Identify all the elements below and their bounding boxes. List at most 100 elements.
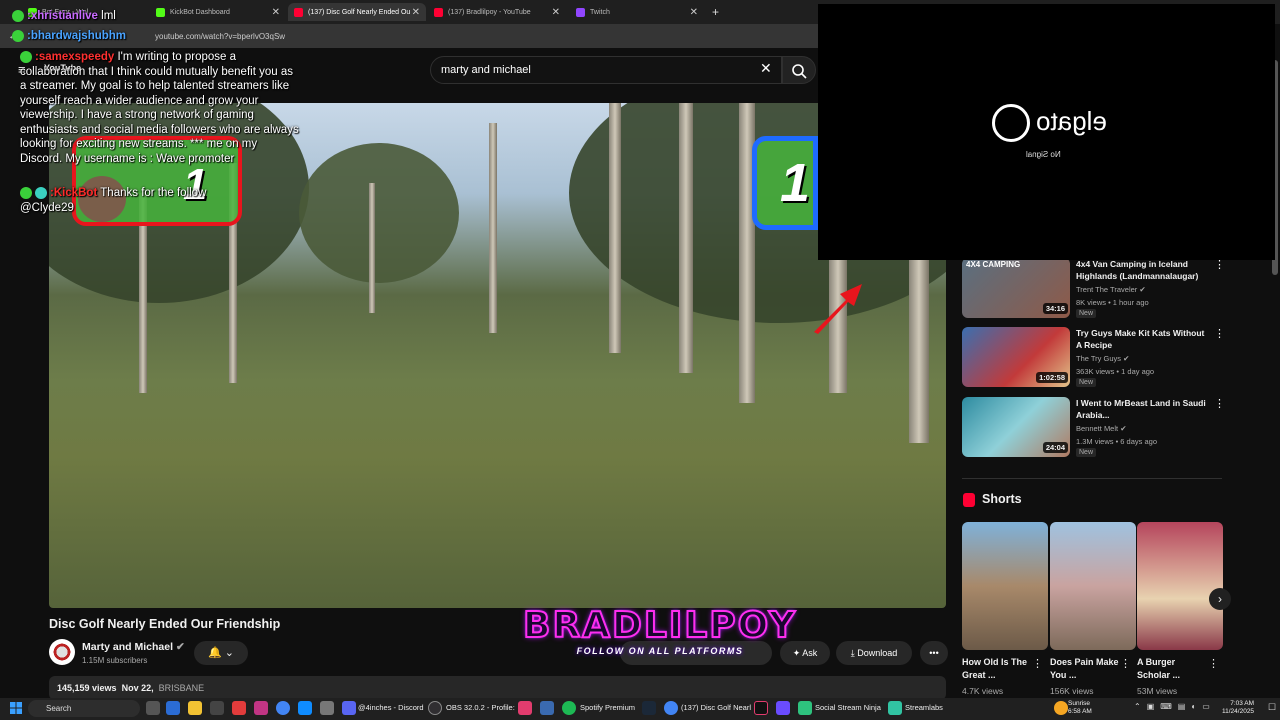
notification-icon[interactable]: ☐ [1268,702,1276,713]
tree-trunk [369,183,375,313]
search-icon [792,64,807,79]
short-thumbnail[interactable] [1137,522,1223,650]
chat-message: :KickBot Thanks for the follow @Clyde29 [20,186,207,214]
more-icon[interactable]: ⋮ [1214,327,1225,340]
shorts-heading: Shorts [982,492,1022,506]
task-view-icon[interactable] [146,701,160,715]
weather-widget[interactable]: Sunrise 6:58 AM [1068,700,1092,716]
verified-icon: ✔ [175,641,185,653]
brand-overlay: BRADLILPOY FOLLOW ON ALL PLATFORMS [470,605,850,664]
system-tray-icons[interactable]: ⌃▣⌨▤◐▭ [1134,702,1216,711]
obs-icon[interactable] [428,701,442,715]
twitch-icon [576,7,585,17]
app-icon[interactable] [210,701,224,715]
discord-icon[interactable] [342,701,356,715]
short-thumbnail[interactable] [962,522,1048,650]
chevron-right-icon[interactable]: › [1209,588,1231,610]
video-title[interactable]: Try Guys Make Kit Kats Without A Recipe [1076,327,1211,351]
search-button[interactable] [782,56,816,84]
short-title[interactable]: Does Pain Make You ... [1050,656,1120,682]
tab-bradlilpoy[interactable]: (137) Bradlilpoy - YouTube ✕ [428,3,566,21]
taskbar-item-obs[interactable]: OBS 32.0.2 - Profile: [446,703,515,712]
chrome-icon[interactable] [664,701,678,715]
tree-trunk [679,103,693,373]
view-count: 8K views • 1 hour ago [1076,298,1149,307]
channel-name: The Try Guys ✔ [1076,354,1130,363]
app-icon[interactable] [320,701,334,715]
search-input[interactable]: marty and michael [430,56,782,84]
weather-icon[interactable] [1054,701,1068,715]
kick-icon [156,7,165,17]
new-badge: New [1076,448,1097,457]
clear-search-icon[interactable]: ✕ [760,60,772,77]
channel-avatar[interactable] [49,639,75,665]
new-tab-button[interactable]: + [706,3,726,21]
steam-icon[interactable] [642,701,656,715]
new-badge: New [1076,309,1097,318]
clock[interactable]: 7:03 AM 11/24/2025 [1222,700,1254,716]
tab-twitch[interactable]: Twitch ✕ [570,3,704,21]
recommended-video[interactable]: 1:02:58 Try Guys Make Kit Kats Without A… [962,327,1225,389]
recommended-video[interactable]: 24:04 I Went to MrBeast Land in Saudi Ar… [962,397,1225,459]
taskbar-search[interactable]: Search [28,700,140,717]
badge-icon [20,50,32,63]
new-badge: New [1076,378,1097,387]
more-icon[interactable]: ⋮ [1120,657,1131,670]
video-title[interactable]: I Went to MrBeast Land in Saudi Arabia..… [1076,397,1211,421]
chrome-icon[interactable] [276,701,290,715]
folder-icon[interactable] [188,701,202,715]
description-box[interactable]: 145,159 views Nov 22, BRISBANE [49,676,946,700]
more-icon[interactable]: ⋮ [1214,397,1225,410]
youtube-icon [434,7,443,17]
app-icon[interactable] [232,701,246,715]
video-title[interactable]: 4x4 Van Camping in Iceland Highlands (La… [1076,258,1211,282]
taskbar-item-streamlabs[interactable]: Streamlabs [905,703,943,712]
download-icon: ⤓ [850,648,855,658]
brand-title: BRADLILPOY [522,605,797,647]
app-icon[interactable] [776,701,790,715]
app-icon[interactable] [166,701,180,715]
taskbar-item-discord[interactable]: @4inches - Discord [358,703,424,712]
badge-icon [12,29,24,42]
url-field[interactable]: youtube.com/watch?v=bperlvO3qSw [155,29,795,45]
app-icon[interactable] [798,701,812,715]
spotify-icon[interactable] [562,701,576,715]
short-thumbnail[interactable] [1050,522,1136,650]
notification-bell-button[interactable]: 🔔 ⌄ [194,641,248,665]
tab-disc-golf[interactable]: (137) Disc Golf Nearly Ended Ou ✕ [288,3,426,21]
tree-trunk [489,123,497,333]
more-icon[interactable]: ⋮ [1208,657,1219,670]
tree-trunk [609,103,621,353]
channel-name: Bennett Melt ✔ [1076,424,1127,433]
short-views: 4.7K views [962,686,1004,696]
short-views: 53M views [1137,686,1178,696]
tiktok-icon[interactable] [754,701,768,715]
view-count: 363K views • 1 day ago [1076,367,1155,376]
subscriber-count: 1.15M subscribers [82,656,148,665]
taskbar-item-spotify[interactable]: Spotify Premium [580,703,635,712]
more-icon[interactable]: ⋮ [1032,657,1043,670]
camera-brand: elgato [1036,106,1107,136]
app-icon[interactable] [540,701,554,715]
video-title: Disc Golf Nearly Ended Our Friendship [49,617,281,631]
short-title[interactable]: How Old Is The Great ... [962,656,1032,682]
taskbar-item-social-stream[interactable]: Social Stream Ninja [815,703,881,712]
close-icon[interactable]: ✕ [412,7,420,18]
app-icon[interactable] [298,701,312,715]
windows-start-icon[interactable] [10,702,22,714]
close-icon[interactable]: ✕ [272,7,280,18]
close-icon[interactable]: ✕ [552,7,560,18]
elgato-logo-icon [992,104,1030,142]
recommended-video[interactable]: 4X4 CAMPING 34:16 4x4 Van Camping in Ice… [962,258,1225,320]
streamlabs-icon[interactable] [888,701,902,715]
tab-kickbot-dashboard[interactable]: KickBot Dashboard ✕ [150,3,286,21]
app-icon[interactable] [518,701,532,715]
taskbar-item-chrome[interactable]: (137) Disc Golf Nearl [681,703,751,712]
more-actions-button[interactable]: ••• [920,641,948,665]
channel-name[interactable]: Marty and Michael ✔ [82,641,185,653]
close-icon[interactable]: ✕ [690,7,698,18]
badge-icon [12,9,24,22]
instagram-icon[interactable] [254,701,268,715]
badge-icon [35,186,47,199]
short-title[interactable]: A Burger Scholar ... [1137,656,1207,682]
